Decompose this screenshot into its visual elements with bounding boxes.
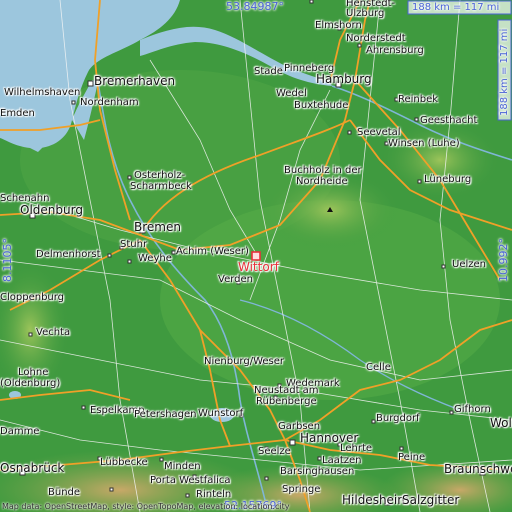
- wittorf-label[interactable]: Wittorf: [238, 261, 279, 273]
- place-label: Lüneburg: [424, 174, 472, 185]
- place-label: Braunschweig: [444, 462, 512, 476]
- place-label: Bremerhaven: [94, 74, 176, 88]
- map-viewport[interactable]: 53.84987° 52.15769° 8.1105° 10.992° 188 …: [0, 0, 512, 512]
- place-label: Rinteln: [196, 489, 232, 500]
- place-label: Buchholz in der: [284, 165, 362, 176]
- place-label: Petershagen: [134, 409, 197, 420]
- left-longitude: 8.1105°: [1, 238, 14, 282]
- place-label: Damme: [0, 426, 40, 437]
- place-label: Reinbek: [398, 94, 439, 105]
- place-label: Lübbecke: [100, 457, 148, 468]
- place-label: Stade: [254, 66, 283, 77]
- place-label: Verden: [218, 274, 253, 285]
- place-label: Minden: [164, 461, 201, 472]
- place-label: Henstedt-: [346, 0, 396, 9]
- place-label: Ahrensburg: [366, 45, 424, 56]
- place-label: Wolfsburg: [490, 416, 512, 430]
- place-label: Bünde: [48, 487, 81, 498]
- place-label: Bremen: [134, 220, 181, 234]
- place-label: Hamburg: [316, 72, 372, 86]
- wittorf-marker[interactable]: [251, 251, 261, 261]
- place-label: Burgdorf: [376, 413, 420, 424]
- place-label: Seevetal: [357, 127, 401, 138]
- right-longitude: 10.992°: [497, 238, 510, 282]
- place-label: Celle: [366, 362, 391, 373]
- place-label: Stuhr: [120, 239, 148, 250]
- place-label: Wunstorf: [198, 408, 244, 419]
- place-label: Springe: [282, 484, 321, 495]
- place-label: Nordenham: [80, 97, 139, 108]
- place-label: Gifhorn: [454, 404, 491, 415]
- place-label: Norderstedt: [346, 33, 406, 44]
- place-label: Elmshorn: [315, 20, 362, 31]
- place-label: Buxtehude: [294, 100, 349, 111]
- place-label: Ulzburg: [346, 8, 385, 19]
- place-label: Salzgitter: [402, 493, 460, 507]
- place-label: Wedel: [276, 88, 307, 99]
- place-label: Osterholz-: [134, 170, 186, 181]
- place-label: Osnabrück: [0, 461, 65, 475]
- place-label: Cloppenburg: [0, 292, 65, 303]
- place-label: Porta Westfalica: [150, 475, 231, 486]
- place-label: Scharmbeck: [130, 181, 192, 192]
- place-label: Uelzen: [452, 259, 486, 270]
- place-label: Schenahn: [0, 193, 50, 204]
- place-label: Peine: [398, 452, 426, 463]
- place-label: Nordheide: [296, 176, 348, 187]
- place-label: Winsen (Luhe): [388, 138, 460, 149]
- place-label: Weyhe: [138, 253, 172, 264]
- scale-label-vertical: 188 km = 117 mi: [499, 28, 510, 116]
- place-label: Delmenhorst: [36, 249, 101, 260]
- place-label: Lehrte: [340, 443, 373, 454]
- map-attribution: Map data: OpenStreetMap, style: OpenTopo…: [2, 502, 290, 511]
- place-label: Wilhelmshaven: [4, 87, 81, 98]
- place-label: Seelze: [258, 446, 291, 457]
- place-label: Hildesheim: [342, 493, 409, 507]
- place-label: Rübenberge: [256, 396, 317, 407]
- top-latitude: 53.84987°: [226, 0, 284, 13]
- place-label: Lohne: [18, 367, 49, 378]
- scale-label-horizontal: 188 km = 117 mi: [412, 2, 500, 13]
- place-label: Vechta: [36, 327, 71, 338]
- place-label: Laatzen: [322, 455, 362, 466]
- place-label: Nienburg/Weser: [204, 356, 285, 367]
- place-label: (Oldenburg): [0, 378, 61, 389]
- place-label: Neustadt am: [254, 385, 319, 396]
- place-label: Geesthacht: [420, 115, 478, 126]
- place-label: Achim (Weser): [176, 246, 249, 257]
- place-label: Barsinghausen: [280, 466, 355, 477]
- place-label: Oldenburg: [20, 203, 83, 217]
- place-label: Emden: [0, 108, 35, 119]
